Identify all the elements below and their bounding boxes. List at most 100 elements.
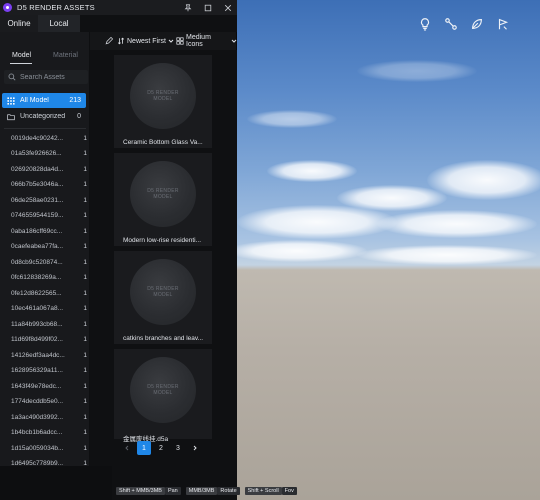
category-count: 0 <box>77 113 81 120</box>
category-item-label: 11a84b993cb68... <box>11 320 63 328</box>
category-item[interactable]: 06de258ae0231... 1 <box>11 194 87 206</box>
page-1-button[interactable]: 1 <box>137 441 151 455</box>
hint-action: Rotate <box>217 487 240 495</box>
view-dropdown[interactable]: Medium Icons <box>176 34 237 48</box>
hint-key: MMB/3MB <box>185 487 218 495</box>
category-item[interactable]: 11a84b993cb68... 1 <box>11 318 87 330</box>
cloud <box>357 60 477 82</box>
maximize-icon[interactable] <box>202 2 213 13</box>
category-item[interactable]: 0fc612838269a... 1 <box>11 272 87 284</box>
category-item-count: 1 <box>83 165 87 173</box>
asset-thumbnail: D5 RENDER MODEL <box>130 259 196 325</box>
edit-icon[interactable] <box>105 36 114 45</box>
category-item[interactable]: 0019de4c90242... 1 <box>11 132 87 144</box>
divider <box>4 128 86 129</box>
asset-thumbnail: D5 RENDER MODEL <box>130 63 196 129</box>
view-grid-icon <box>176 37 184 45</box>
tab-model[interactable]: Model <box>12 52 31 59</box>
category-item[interactable]: 026920828da4d... 1 <box>11 163 87 175</box>
tab-online[interactable]: Online <box>0 15 38 32</box>
asset-grid: D5 RENDER MODEL Ceramic Bottom Glass Va.… <box>90 50 237 466</box>
next-page-button[interactable] <box>188 441 202 455</box>
asset-type-tabs: Model Material <box>0 52 90 66</box>
category-item[interactable]: 1b4bcb1b6adcc... 1 <box>11 427 87 439</box>
category-item[interactable]: 0fe12d8622565... 1 <box>11 287 87 299</box>
category-item-count: 1 <box>83 460 87 467</box>
category-uncategorized[interactable]: Uncategorized 0 <box>2 109 86 124</box>
app-logo-icon <box>3 3 12 12</box>
sort-label: Newest First <box>127 37 166 45</box>
category-item[interactable]: 1d6495c7789b9... 1 <box>11 458 87 470</box>
leaf-icon[interactable] <box>470 17 484 31</box>
assets-panel: D5 RENDER ASSETS Online Local Model Mate… <box>0 0 237 467</box>
category-item[interactable]: 10ec461a067a8... 1 <box>11 303 87 315</box>
render-viewport[interactable] <box>237 0 540 500</box>
category-label: Uncategorized <box>20 113 66 120</box>
category-item-count: 1 <box>83 336 87 343</box>
cloud <box>237 240 367 262</box>
flag-icon[interactable] <box>496 17 510 31</box>
asset-thumbnail: D5 RENDER MODEL <box>130 357 196 423</box>
cloud <box>377 210 537 238</box>
lightbulb-icon[interactable] <box>418 17 432 31</box>
page-3-button[interactable]: 3 <box>171 441 185 455</box>
category-item-label: 1628956329a11... <box>11 367 63 374</box>
path-icon[interactable] <box>444 17 458 31</box>
category-item-label: 01a53fe926626... <box>11 150 62 157</box>
category-item[interactable]: 14126edf3aa4dc... 1 <box>11 349 87 361</box>
category-item-count: 1 <box>83 274 87 281</box>
category-item[interactable]: 1628956329a11... 1 <box>11 365 87 377</box>
category-item-label: 0caefeabea77fa... <box>11 243 64 250</box>
thumb-placeholder-text: MODEL <box>153 96 173 102</box>
navigation-hints: Shift + MMB/3MB Pan MMB/3MB Rotate Shift… <box>116 486 302 496</box>
category-item[interactable]: 066b7b5e3046a... 1 <box>11 179 87 191</box>
category-item-count: 1 <box>83 181 87 188</box>
category-item[interactable]: 0746559544159... 1 <box>11 210 87 222</box>
hint-key: Shift + Scroll <box>244 487 282 495</box>
category-item-count: 1 <box>83 150 87 157</box>
category-item-count: 1 <box>83 258 87 266</box>
category-item-label: 0aba186cff69cc... <box>11 227 63 235</box>
folder-icon <box>7 113 15 121</box>
category-item[interactable]: 11d69f8d499f02... 1 <box>11 334 87 346</box>
category-item-label: 1b4bcb1b6adcc... <box>11 429 63 436</box>
pin-icon[interactable] <box>182 2 193 13</box>
category-item[interactable]: 0d8cb9c520874... 1 <box>11 256 87 268</box>
close-icon[interactable] <box>222 2 233 13</box>
cloud <box>357 245 537 265</box>
sort-dropdown[interactable]: Newest First <box>117 36 174 46</box>
pagination: 1 2 3 <box>120 441 205 455</box>
tab-local[interactable]: Local <box>38 15 80 32</box>
asset-thumbnail: D5 RENDER MODEL <box>130 161 196 227</box>
category-item[interactable]: 1a3ac490d3992... 1 <box>11 411 87 423</box>
category-item-label: 11d69f8d499f02... <box>11 336 63 343</box>
prev-page-button[interactable] <box>120 441 134 455</box>
search-input[interactable] <box>20 73 86 81</box>
sort-icon <box>117 37 125 45</box>
category-all-model[interactable]: All Model 213 <box>2 93 86 108</box>
category-item-count: 1 <box>83 367 87 374</box>
tab-material[interactable]: Material <box>53 52 78 59</box>
category-item-label: 0fe12d8622565... <box>11 289 62 297</box>
tabs-spacer <box>80 15 237 32</box>
asset-card[interactable]: D5 RENDER MODEL Ceramic Bottom Glass Va.… <box>114 55 212 148</box>
asset-card[interactable]: D5 RENDER MODEL catkins branches and lea… <box>114 251 212 344</box>
category-label: All Model <box>20 97 49 104</box>
asset-card[interactable]: D5 RENDER MODEL 金属废线挂.d5a <box>114 349 212 443</box>
category-item[interactable]: 0caefeabea77fa... 1 <box>11 241 87 253</box>
category-item[interactable]: 1d15a0059034b... 1 <box>11 442 87 454</box>
category-item-count: 1 <box>83 320 87 328</box>
asset-name: Ceramic Bottom Glass Va... <box>123 139 203 146</box>
page-2-button[interactable]: 2 <box>154 441 168 455</box>
category-item[interactable]: 1774decddb5e0... 1 <box>11 396 87 408</box>
category-item[interactable]: 1643f49e78edc... 1 <box>11 380 87 392</box>
category-item-count: 1 <box>83 429 87 436</box>
search-box[interactable] <box>4 70 88 84</box>
search-icon <box>8 73 16 81</box>
cloud <box>427 160 540 200</box>
category-item[interactable]: 0aba186cff69cc... 1 <box>11 225 87 237</box>
category-item[interactable]: 01a53fe926626... 1 <box>11 148 87 160</box>
asset-name: catkins branches and leav... <box>123 335 204 342</box>
cloud <box>247 110 337 128</box>
asset-card[interactable]: D5 RENDER MODEL Modern low-rise resident… <box>114 153 212 246</box>
